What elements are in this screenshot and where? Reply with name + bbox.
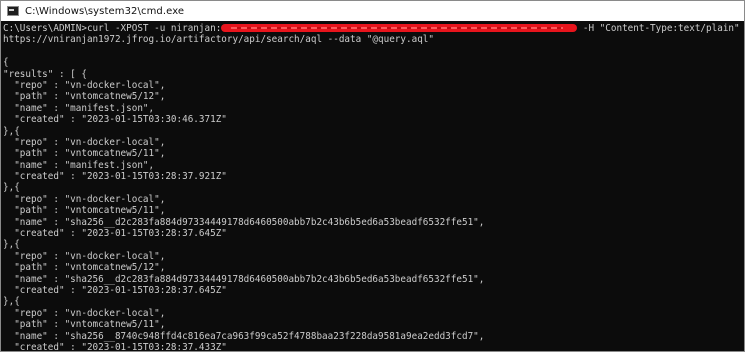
- console-output-line: "repo" : "vn-docker-local",: [3, 307, 166, 319]
- window-title: C:\Windows\system32\cmd.exe: [25, 5, 185, 17]
- console-output-line: "created" : "2023-01-15T03:28:37.645Z": [3, 284, 227, 296]
- console-output-line: },{: [3, 182, 20, 194]
- redacted-credentials: [221, 23, 578, 32]
- console-output-line: "created" : "2023-01-15T03:28:37.921Z": [3, 171, 227, 183]
- console-output-line: "path" : "vntomcatnew5/11",: [3, 319, 166, 331]
- cmd-window: C:\Windows\system32\cmd.exe C:\Users\ADM…: [0, 0, 745, 352]
- console-output-line: },{: [3, 296, 20, 308]
- console-output-line: "name" : "manifest.json",: [3, 159, 155, 171]
- command-line: C:\Users\ADMIN>curl -XPOST -u niranjan: …: [3, 23, 744, 34]
- console-output-line: "name" : "sha256__d2c283fa884d9733444917…: [3, 273, 485, 285]
- console-output-line: "name" : "manifest.json",: [3, 102, 155, 114]
- console-output-line: },{: [3, 125, 20, 137]
- console-lines: C:\Users\ADMIN>curl -XPOST -u niranjan: …: [1, 23, 744, 351]
- title-bar[interactable]: C:\Windows\system32\cmd.exe: [1, 1, 744, 21]
- command-suffix: -H "Content-Type:text/plain": [577, 23, 740, 34]
- console-output-line: },{: [3, 239, 20, 251]
- console-output-line: "repo" : "vn-docker-local",: [3, 136, 166, 148]
- console-output-line: {: [3, 57, 9, 69]
- console-output-line: "path" : "vntomcatnew5/11",: [3, 205, 166, 217]
- console-output-line: "created" : "2023-01-15T03:30:46.371Z": [3, 114, 227, 126]
- command-prompt: C:\Users\ADMIN>curl -XPOST -u niranjan:: [3, 23, 222, 34]
- console-output-line: "path" : "vntomcatnew5/12",: [3, 262, 166, 274]
- console-output-line: [3, 46, 744, 57]
- console-output-line: "repo" : "vn-docker-local",: [3, 193, 166, 205]
- console-output-line: "created" : "2023-01-15T03:28:37.645Z": [3, 228, 227, 240]
- console-output-line: "path" : "vntomcatnew5/12",: [3, 91, 166, 103]
- console-output-line: "results" : [ {: [3, 68, 87, 80]
- console-output-line: "repo" : "vn-docker-local",: [3, 79, 166, 91]
- console-output-line: "name" : "sha256__8740c948ffd4c816ea7ca9…: [3, 330, 485, 342]
- command-line-continued: https://vniranjan1972.jfrog.io/artifacto…: [3, 34, 434, 46]
- console-output[interactable]: C:\Users\ADMIN>curl -XPOST -u niranjan: …: [1, 23, 744, 351]
- cmd-app-icon[interactable]: [7, 6, 19, 16]
- console-output-line: "path" : "vntomcatnew5/11",: [3, 148, 166, 160]
- console-output-line: "created" : "2023-01-15T03:28:37.433Z": [3, 341, 227, 351]
- console-output-line: "name" : "sha256__d2c283fa884d9733444917…: [3, 216, 485, 228]
- console-output-line: "repo" : "vn-docker-local",: [3, 250, 166, 262]
